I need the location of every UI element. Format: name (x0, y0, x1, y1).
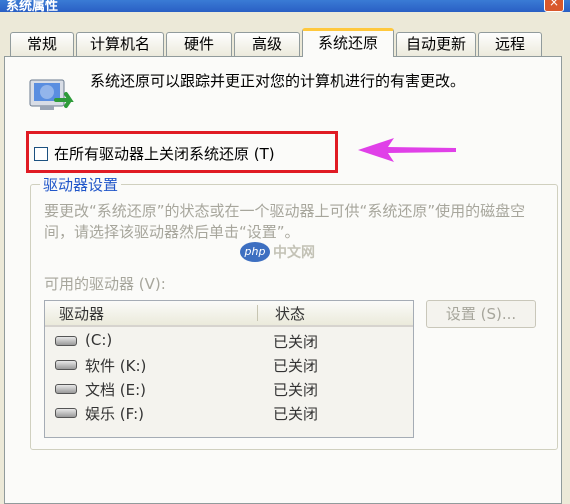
tab-remote[interactable]: 远程 (478, 32, 542, 56)
drive-name: 文档 (E:) (85, 381, 147, 399)
window-title: 系统属性 (6, 0, 59, 14)
tab-system-restore[interactable]: 系统还原 (302, 28, 394, 57)
watermark-text: 中文网 (273, 245, 315, 261)
table-row[interactable]: (C:) 已关闭 (45, 329, 413, 353)
intro-text: 系统还原可以跟踪并更正对您的计算机进行的有害更改。 (90, 72, 466, 90)
title-bar: 系统属性 × (0, 0, 570, 14)
tab-computer-name[interactable]: 计算机名 (76, 32, 164, 56)
drive-status: 已关闭 (273, 357, 319, 375)
hard-drive-icon (55, 336, 77, 346)
drive-name: (C:) (85, 331, 113, 349)
list-header: 驱动器 状态 (45, 301, 413, 327)
tab-general[interactable]: 常规 (10, 32, 74, 56)
drive-status: 已关闭 (273, 405, 319, 423)
checkbox-label: 在所有驱动器上关闭系统还原 (T) (54, 145, 275, 163)
hard-drive-icon (55, 360, 77, 370)
drive-name: 娱乐 (F:) (85, 405, 144, 423)
watermark-logo: php (240, 242, 270, 262)
table-row[interactable]: 软件 (K:) 已关闭 (45, 353, 413, 377)
column-divider[interactable] (257, 305, 258, 321)
tab-hardware[interactable]: 硬件 (166, 32, 232, 56)
table-row[interactable]: 娱乐 (F:) 已关闭 (45, 401, 413, 425)
hard-drive-icon (55, 408, 77, 418)
drive-status: 已关闭 (273, 381, 319, 399)
table-row[interactable]: 文档 (E:) 已关闭 (45, 377, 413, 401)
close-button[interactable]: × (544, 0, 564, 12)
disable-system-restore-checkbox[interactable]: 在所有驱动器上关闭系统还原 (T) (34, 143, 275, 164)
hard-drive-icon (55, 384, 77, 394)
watermark: php 中文网 (240, 242, 315, 262)
settings-button[interactable]: 设置 (S)... (426, 300, 536, 328)
tab-advanced[interactable]: 高级 (234, 32, 300, 56)
tab-strip: 常规 计算机名 硬件 高级 系统还原 自动更新 远程 (0, 28, 570, 57)
available-drives-label: 可用的驱动器 (V): (44, 275, 166, 293)
checkbox-box[interactable] (34, 146, 48, 161)
column-header-drive[interactable]: 驱动器 (59, 303, 104, 324)
drive-status: 已关闭 (273, 333, 319, 351)
tab-automatic-updates[interactable]: 自动更新 (396, 32, 476, 56)
drive-name: 软件 (K:) (85, 357, 147, 375)
column-header-status[interactable]: 状态 (275, 303, 305, 324)
pointer-arrow-icon (358, 138, 456, 162)
drive-list[interactable]: 驱动器 状态 (C:) 已关闭 软件 (K:) 已关闭 文档 (E:) 已关闭 … (44, 300, 414, 438)
drive-settings-title: 驱动器设置 (40, 174, 122, 195)
drive-settings-description: 要更改“系统还原”的状态或在一个驱动器上可供“系统还原”使用的磁盘空间，请选择该… (44, 202, 526, 241)
system-restore-icon (29, 79, 74, 110)
